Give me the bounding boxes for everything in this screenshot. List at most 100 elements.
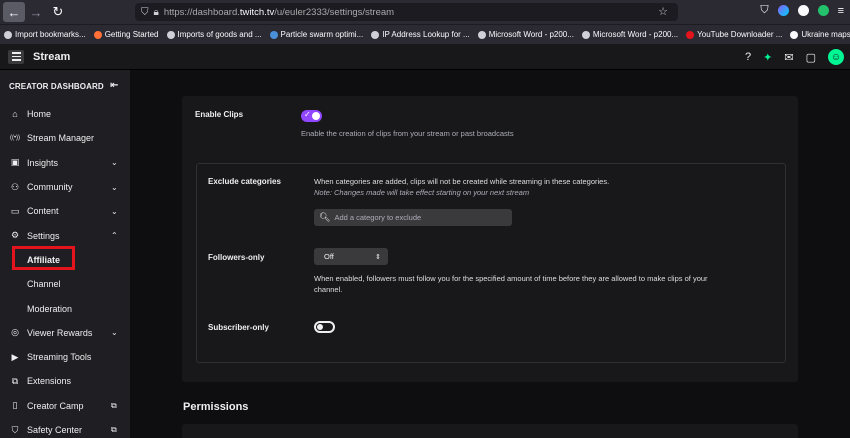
arrow-right-icon: →: [29, 4, 43, 20]
book-icon: ▯: [12, 400, 18, 411]
bookmark-item[interactable]: Import bookmarks...: [0, 30, 90, 39]
sidebar-item-label: Viewer Rewards: [27, 327, 93, 338]
content-icon: ▭: [10, 205, 20, 216]
followers-only-select[interactable]: Off ⇕: [314, 248, 388, 265]
page-title: Stream: [33, 50, 71, 63]
home-icon: ⌂: [12, 109, 18, 120]
whispers-icon[interactable]: ▢: [806, 51, 816, 64]
sidebar-item-label: Settings: [27, 230, 60, 241]
exclude-categories-description: When categories are added, clips will no…: [314, 177, 610, 186]
firefox-account-icon[interactable]: [777, 5, 789, 16]
bookmark-star-icon[interactable]: ☆: [658, 5, 668, 18]
bookmark-item[interactable]: Microsoft Word - p200...: [474, 30, 578, 39]
bookmark-favicon-icon: [581, 30, 590, 39]
affiliate-highlight-box: [12, 246, 75, 270]
sidebar-item-creator-camp[interactable]: ▯ Creator Camp ⧉: [0, 394, 130, 418]
chevron-icon: ⌄: [111, 158, 118, 168]
bookmark-item[interactable]: Getting Started: [90, 30, 163, 39]
bookmark-favicon-icon: [93, 30, 102, 39]
bookmark-label: Getting Started: [104, 30, 159, 39]
bookmark-label: Import bookmarks...: [15, 30, 86, 39]
sidebar-item-viewer-rewards[interactable]: ◎ Viewer Rewards ⌄: [0, 321, 130, 345]
pocket-icon[interactable]: ⛉: [760, 4, 768, 17]
sidebar-item-home[interactable]: ⌂ Home: [0, 102, 130, 126]
sidebar-item-content[interactable]: ▭ Content ⌄: [0, 199, 130, 223]
clips-settings-card: Enable Clips ✓ Enable the creation of cl…: [182, 96, 798, 382]
followers-only-value: Off: [324, 252, 334, 261]
chevron-icon: ⌄: [111, 328, 118, 338]
sidebar-item-moderation[interactable]: Moderation: [0, 296, 130, 320]
sidebar-title: CREATOR DASHBOARD: [9, 81, 104, 91]
lock-icon: 🔒︎: [153, 6, 159, 18]
avatar[interactable]: ☺: [828, 49, 844, 65]
insights-icon: ▣: [10, 157, 20, 168]
chevron-icon: ⌄: [111, 182, 118, 192]
sidebar-item-label: Insights: [27, 157, 59, 168]
followers-only-label: Followers-only: [208, 253, 265, 262]
inbox-icon[interactable]: ✉: [784, 51, 793, 64]
bookmark-item[interactable]: Microsoft Word - p200...: [578, 30, 682, 39]
sidebar-item-label: Home: [27, 109, 52, 120]
bookmark-label: Particle swarm optimi...: [280, 30, 364, 39]
bookmark-item[interactable]: IP Address Lookup for ...: [367, 30, 473, 39]
sidebar-item-label: Safety Center: [27, 425, 83, 435]
forward-button[interactable]: →: [25, 2, 47, 22]
url-bar[interactable]: ⛉ 🔒︎ https://dashboard. twitch.tv/u/euler…: [135, 3, 678, 21]
hamburger-menu-icon[interactable]: ≡: [838, 5, 844, 17]
help-icon[interactable]: ?: [745, 51, 751, 63]
reload-icon: ↻: [52, 4, 64, 19]
rewards-icon: ◎: [11, 327, 19, 338]
bookmark-label: Microsoft Word - p200...: [592, 30, 679, 39]
exclude-categories-note: Note: Changes made will take effect star…: [314, 188, 530, 197]
bookmark-label: Imports of goods and ...: [177, 30, 262, 39]
bookmark-favicon-icon: [477, 30, 486, 39]
sidebar-item-label: Channel: [27, 279, 61, 290]
bookmark-item[interactable]: Particle swarm optimi...: [266, 30, 368, 39]
enable-clips-toggle[interactable]: ✓: [301, 110, 322, 122]
sidebar-item-insights[interactable]: ▣ Insights ⌄: [0, 151, 130, 175]
sidebar-item-stream-manager[interactable]: ((•)) Stream Manager: [0, 126, 130, 150]
sidebar-item-streaming-tools[interactable]: ▶ Streaming Tools: [0, 345, 130, 369]
sidebar-item-extensions[interactable]: ⧉ Extensions: [0, 369, 130, 393]
exclude-categories-label: Exclude categories: [208, 177, 281, 186]
bookmark-item[interactable]: Imports of goods and ...: [163, 30, 266, 39]
sidebar-item-community[interactable]: ⚇ Community ⌄: [0, 175, 130, 199]
arrow-left-icon: ←: [7, 4, 21, 20]
enable-clips-description: Enable the creation of clips from your s…: [301, 129, 514, 138]
collapse-sidebar-icon[interactable]: ⇤: [110, 80, 118, 91]
menu-toggle-button[interactable]: [8, 49, 24, 64]
browser-toolbar: ← → ↻ ⛉ 🔒︎ https://dashboard. twitch.tv/u…: [0, 0, 850, 24]
shield-icon: ⛉: [11, 424, 19, 435]
community-icon: ⚇: [10, 181, 20, 192]
sidebar-item-label: Streaming Tools: [27, 352, 92, 363]
clip-options-panel: Exclude categories When categories are a…: [196, 163, 786, 363]
url-path: /u/euler2333/settings/stream: [274, 6, 395, 18]
search-icon: 🔍︎: [319, 212, 331, 222]
sidebar-item-safety-center[interactable]: ⛉ Safety Center ⧉: [0, 418, 130, 438]
shield-icon: ⛉: [141, 6, 149, 18]
back-button[interactable]: ←: [3, 2, 25, 22]
chevron-icon: ⌃: [111, 231, 118, 241]
category-search-input[interactable]: 🔍︎ Add a category to exclude: [314, 209, 512, 226]
sidebar-header: CREATOR DASHBOARD ⇤: [0, 70, 130, 102]
bookmark-favicon-icon: [686, 30, 695, 39]
external-link-icon: ⧉: [111, 400, 117, 410]
vpn-extension-icon[interactable]: [817, 5, 829, 16]
bookmark-favicon-icon: [166, 30, 175, 39]
url-host: twitch.tv: [239, 6, 275, 18]
bookmark-label: Microsoft Word - p200...: [488, 30, 574, 39]
sidebar-item-channel[interactable]: Channel: [0, 272, 130, 296]
reload-button[interactable]: ↻: [47, 2, 69, 22]
bookmark-item[interactable]: Ukraine maps: Trackin...: [786, 30, 850, 39]
subscriber-only-toggle[interactable]: [314, 321, 335, 333]
sidebar-item-settings[interactable]: ⚙ Settings ⌃: [0, 223, 130, 247]
bookmark-favicon-icon: [371, 30, 380, 39]
extension-icon[interactable]: [797, 5, 809, 16]
bookmark-item[interactable]: YouTube Downloader ...: [682, 30, 786, 39]
sidebar-item-label: Content: [27, 206, 59, 217]
bookmark-favicon-icon: [4, 30, 12, 39]
bookmark-label: Ukraine maps: Trackin...: [801, 30, 850, 39]
bookmark-label: IP Address Lookup for ...: [382, 30, 470, 39]
sparkle-icon[interactable]: ✦: [763, 51, 772, 64]
sidebar-item-label: Moderation: [27, 303, 73, 314]
